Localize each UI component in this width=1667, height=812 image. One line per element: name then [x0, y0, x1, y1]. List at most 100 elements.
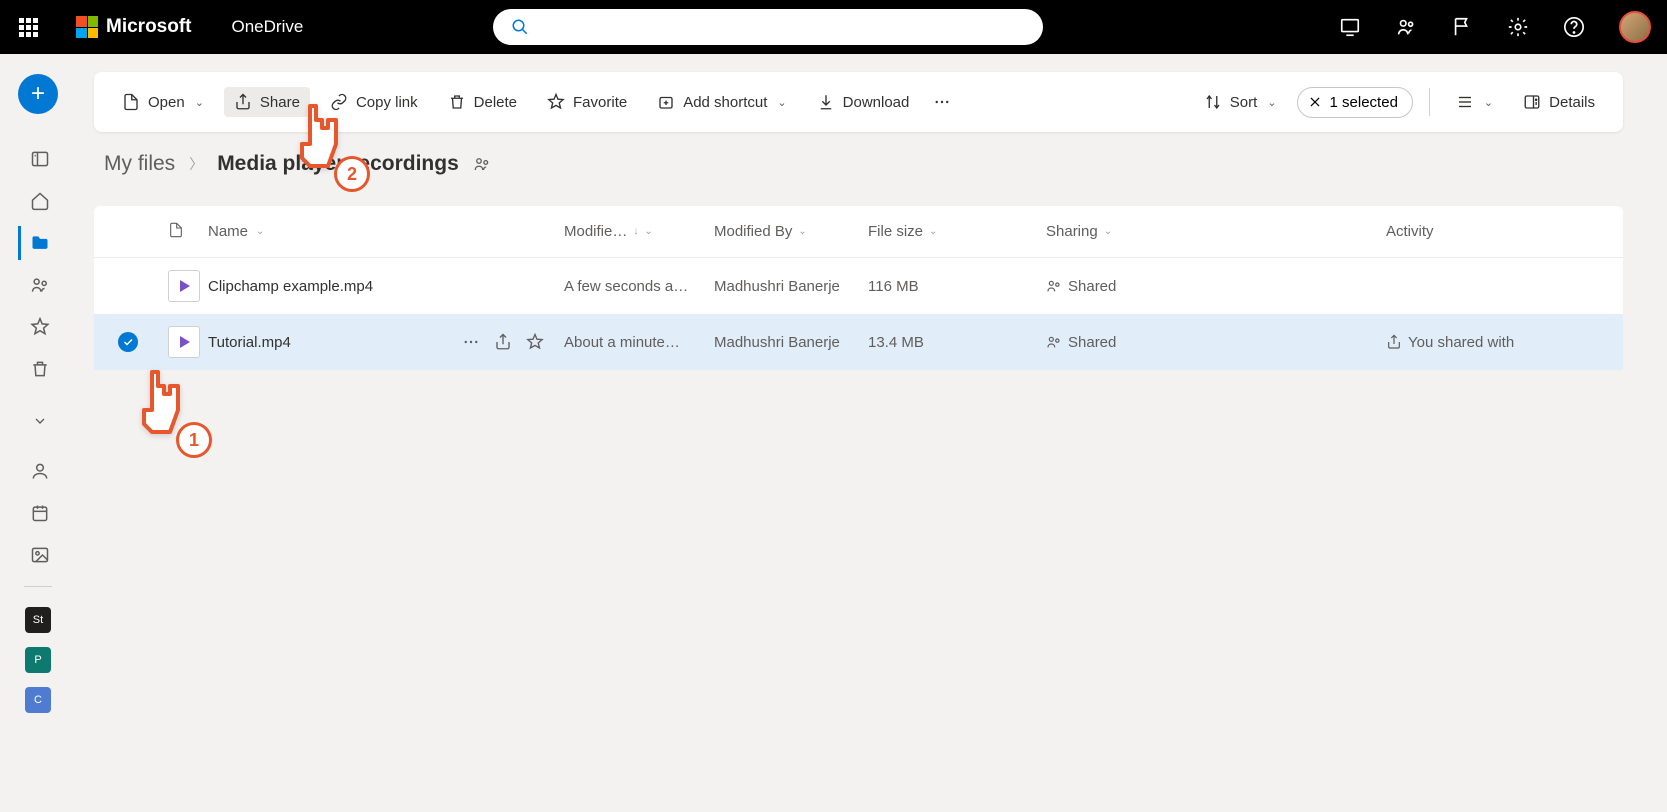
sidebar-app-c[interactable]: C: [25, 687, 51, 713]
trash-icon: [448, 93, 466, 111]
document-icon: [168, 220, 184, 240]
file-modified: About a minute…: [564, 334, 680, 351]
left-sidebar: + St P C: [0, 54, 76, 812]
column-modifiedby[interactable]: Modified By⌄: [714, 223, 868, 240]
share-icon: [234, 93, 252, 111]
sidebar-item-people[interactable]: [18, 454, 58, 488]
toolbar-separator: [1429, 88, 1430, 116]
star-icon: [547, 93, 565, 111]
microsoft-flag-icon: [76, 16, 98, 38]
more-button[interactable]: [929, 87, 955, 117]
sidebar-item-shared[interactable]: [18, 268, 58, 302]
star-icon[interactable]: [526, 333, 544, 351]
chevron-down-icon: ⌄: [777, 96, 786, 109]
sidebar-expand-icon[interactable]: [18, 404, 58, 438]
app-launcher-icon[interactable]: [16, 15, 40, 39]
breadcrumb-current: Media player recordings: [217, 152, 459, 176]
main-content: Open ⌄ Share Copy link Delete Favorite A…: [94, 72, 1623, 370]
copylink-label: Copy link: [356, 94, 418, 111]
chevron-down-icon: ⌄: [929, 226, 937, 237]
settings-icon[interactable]: [1507, 16, 1529, 38]
column-activity[interactable]: Activity: [1386, 223, 1603, 240]
sidebar-item-favorites[interactable]: [18, 310, 58, 344]
share-icon[interactable]: [494, 333, 512, 351]
sidebar-item-recycle[interactable]: [18, 352, 58, 386]
row-checkbox-checked[interactable]: [118, 332, 138, 352]
file-sharing: Shared: [1068, 278, 1116, 295]
download-label: Download: [843, 94, 910, 111]
teams-icon[interactable]: [1395, 16, 1417, 38]
chevron-down-icon: ⌄: [1484, 96, 1493, 109]
column-name[interactable]: Name⌄: [208, 223, 564, 240]
help-icon[interactable]: [1563, 16, 1585, 38]
sidebar-app-p[interactable]: P: [25, 647, 51, 673]
files-list: Name⌄ Modifie…↓⌄ Modified By⌄ File size⌄…: [94, 206, 1623, 370]
sidebar-item-photos[interactable]: [18, 538, 58, 572]
file-icon: [122, 93, 140, 111]
sidebar-item-home[interactable]: [18, 184, 58, 218]
new-button[interactable]: +: [18, 74, 58, 114]
copylink-button[interactable]: Copy link: [320, 87, 428, 117]
file-row[interactable]: Tutorial.mp4 About a minute… Madhushri B…: [94, 314, 1623, 370]
breadcrumb-root[interactable]: My files: [104, 152, 175, 176]
app-name[interactable]: OneDrive: [232, 17, 304, 37]
breadcrumb: My files 〉 Media player recordings: [94, 152, 1623, 176]
sidebar-app-st[interactable]: St: [25, 607, 51, 633]
search-input[interactable]: [539, 19, 1025, 35]
open-button[interactable]: Open ⌄: [112, 87, 214, 117]
chevron-down-icon: ⌄: [798, 226, 806, 237]
flag-icon[interactable]: [1451, 16, 1473, 38]
people-icon: [473, 155, 491, 173]
details-label: Details: [1549, 94, 1595, 111]
sort-icon: [1204, 93, 1222, 111]
chevron-right-icon: 〉: [189, 154, 203, 174]
file-name: Tutorial.mp4: [208, 334, 291, 351]
column-modified[interactable]: Modifie…↓⌄: [564, 223, 714, 240]
annotation-pointer-1: 1: [122, 362, 192, 457]
file-size: 116 MB: [868, 278, 919, 295]
chevron-down-icon: ⌄: [644, 226, 652, 237]
share-activity-icon: [1386, 334, 1402, 350]
people-icon: [1046, 334, 1062, 350]
chevron-down-icon: ⌄: [1104, 226, 1112, 237]
close-icon[interactable]: [1308, 95, 1322, 109]
sidebar-item-panel[interactable]: [18, 142, 58, 176]
selection-count: 1 selected: [1330, 94, 1398, 111]
sidebar-item-calendar[interactable]: [18, 496, 58, 530]
link-icon: [330, 93, 348, 111]
microsoft-text: Microsoft: [106, 16, 192, 38]
more-icon[interactable]: [462, 333, 480, 351]
favorite-button[interactable]: Favorite: [537, 87, 637, 117]
selection-pill[interactable]: 1 selected: [1297, 87, 1413, 118]
view-button[interactable]: ⌄: [1446, 87, 1503, 117]
user-avatar[interactable]: [1619, 11, 1651, 43]
command-toolbar: Open ⌄ Share Copy link Delete Favorite A…: [94, 72, 1623, 132]
sort-down-icon: ↓: [633, 226, 638, 237]
download-button[interactable]: Download: [807, 87, 920, 117]
share-button[interactable]: Share: [224, 87, 310, 117]
file-size: 13.4 MB: [868, 334, 924, 351]
chevron-down-icon: ⌄: [1267, 96, 1276, 109]
column-size[interactable]: File size⌄: [868, 223, 1046, 240]
sidebar-item-myfiles[interactable]: [18, 226, 58, 260]
microsoft-logo[interactable]: Microsoft: [76, 16, 192, 38]
monitor-icon[interactable]: [1339, 16, 1361, 38]
download-icon: [817, 93, 835, 111]
chevron-down-icon: ⌄: [195, 96, 204, 109]
details-button[interactable]: Details: [1513, 87, 1605, 117]
more-icon: [933, 93, 951, 111]
delete-button[interactable]: Delete: [438, 87, 527, 117]
file-modified: A few seconds a…: [564, 278, 688, 295]
file-row[interactable]: Clipchamp example.mp4 A few seconds a… M…: [94, 258, 1623, 314]
sort-button[interactable]: Sort ⌄: [1194, 87, 1287, 117]
delete-label: Delete: [474, 94, 517, 111]
shortcut-icon: [657, 93, 675, 111]
info-panel-icon: [1523, 93, 1541, 111]
search-box[interactable]: [493, 9, 1043, 45]
addshortcut-button[interactable]: Add shortcut ⌄: [647, 87, 796, 117]
files-header-row: Name⌄ Modifie…↓⌄ Modified By⌄ File size⌄…: [94, 206, 1623, 258]
global-header: Microsoft OneDrive: [0, 0, 1667, 54]
people-icon: [1046, 278, 1062, 294]
share-label: Share: [260, 94, 300, 111]
column-sharing[interactable]: Sharing⌄: [1046, 223, 1386, 240]
